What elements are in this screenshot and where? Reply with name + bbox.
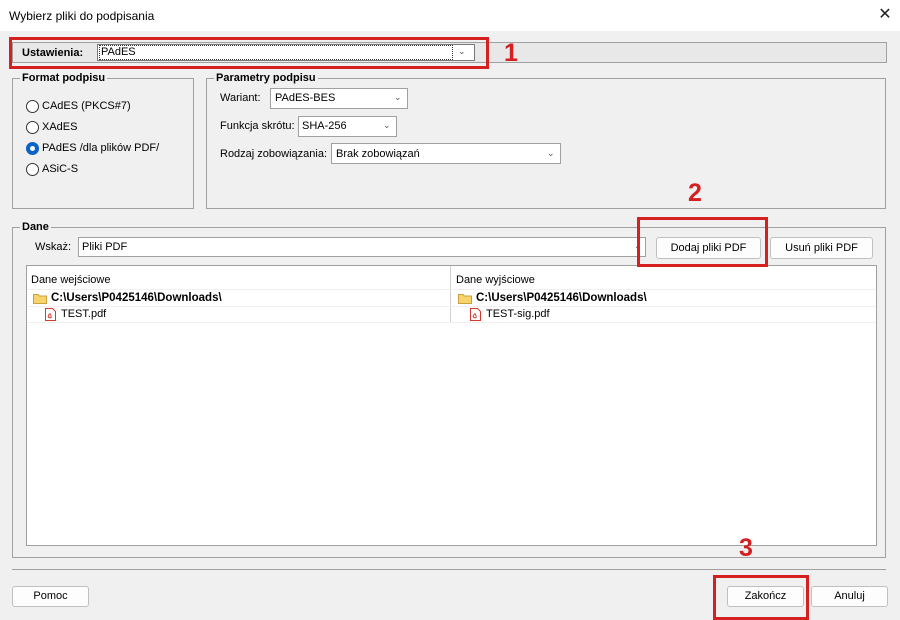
params-group-title: Parametry podpisu <box>214 72 318 84</box>
hash-label: Funkcja skrótu: <box>220 120 295 132</box>
radio-label-asic: ASiC-S <box>42 163 79 175</box>
column-divider <box>450 266 451 322</box>
format-group-title: Format podpisu <box>20 72 108 84</box>
folder-icon <box>33 294 47 304</box>
window-title: Wybierz pliki do podpisania <box>9 9 155 23</box>
variant-label: Wariant: <box>220 92 261 104</box>
hash-value: SHA-256 <box>302 120 347 132</box>
output-folder-path[interactable]: C:\Users\P0425146\Downloads\ <box>476 292 647 304</box>
annotation-number-1: 1 <box>504 39 518 67</box>
radio-label-xades: XAdES <box>42 121 78 133</box>
row-divider <box>27 322 876 323</box>
input-folder-path[interactable]: C:\Users\P0425146\Downloads\ <box>51 292 222 304</box>
column-header-output[interactable]: Dane wyjściowe <box>456 274 535 286</box>
annotation-box-1 <box>9 37 489 69</box>
filter-dropdown[interactable] <box>78 237 646 257</box>
annotation-number-2: 2 <box>688 179 702 207</box>
close-icon[interactable]: ✕ <box>874 4 896 26</box>
annotation-box-3 <box>713 575 809 620</box>
radio-xades[interactable] <box>26 121 39 134</box>
filter-label: Wskaż: <box>35 241 72 253</box>
radio-pades[interactable] <box>26 142 39 155</box>
annotation-box-2 <box>637 217 768 267</box>
footer-divider <box>12 569 886 570</box>
radio-asic[interactable] <box>26 163 39 176</box>
commitment-label: Rodzaj zobowiązania: <box>220 148 328 160</box>
filter-value: Pliki PDF <box>82 241 128 253</box>
chevron-down-icon: ⌄ <box>394 92 402 102</box>
header-divider <box>27 289 876 290</box>
annotation-number-3: 3 <box>739 534 753 562</box>
commitment-value: Brak zobowiązań <box>336 148 420 160</box>
input-file-name[interactable]: TEST.pdf <box>61 308 106 320</box>
radio-label-pades: PAdES /dla plików PDF/ <box>42 142 160 154</box>
row-divider <box>27 306 876 307</box>
pdf-icon <box>470 308 481 321</box>
radio-cades[interactable] <box>26 100 39 113</box>
variant-value: PAdES-BES <box>275 92 336 104</box>
chevron-down-icon: ⌄ <box>547 148 555 158</box>
radio-label-cades: CAdES (PKCS#7) <box>42 100 131 112</box>
pdf-icon <box>45 308 56 321</box>
chevron-down-icon: ⌄ <box>383 120 391 130</box>
remove-pdf-button[interactable]: Usuń pliki PDF <box>770 237 873 259</box>
folder-icon <box>458 294 472 304</box>
file-table <box>26 265 877 546</box>
help-button[interactable]: Pomoc <box>12 586 89 607</box>
data-group-title: Dane <box>20 221 51 233</box>
cancel-button[interactable]: Anuluj <box>811 586 888 607</box>
output-file-name[interactable]: TEST-sig.pdf <box>486 308 550 320</box>
column-header-input[interactable]: Dane wejściowe <box>31 274 110 286</box>
